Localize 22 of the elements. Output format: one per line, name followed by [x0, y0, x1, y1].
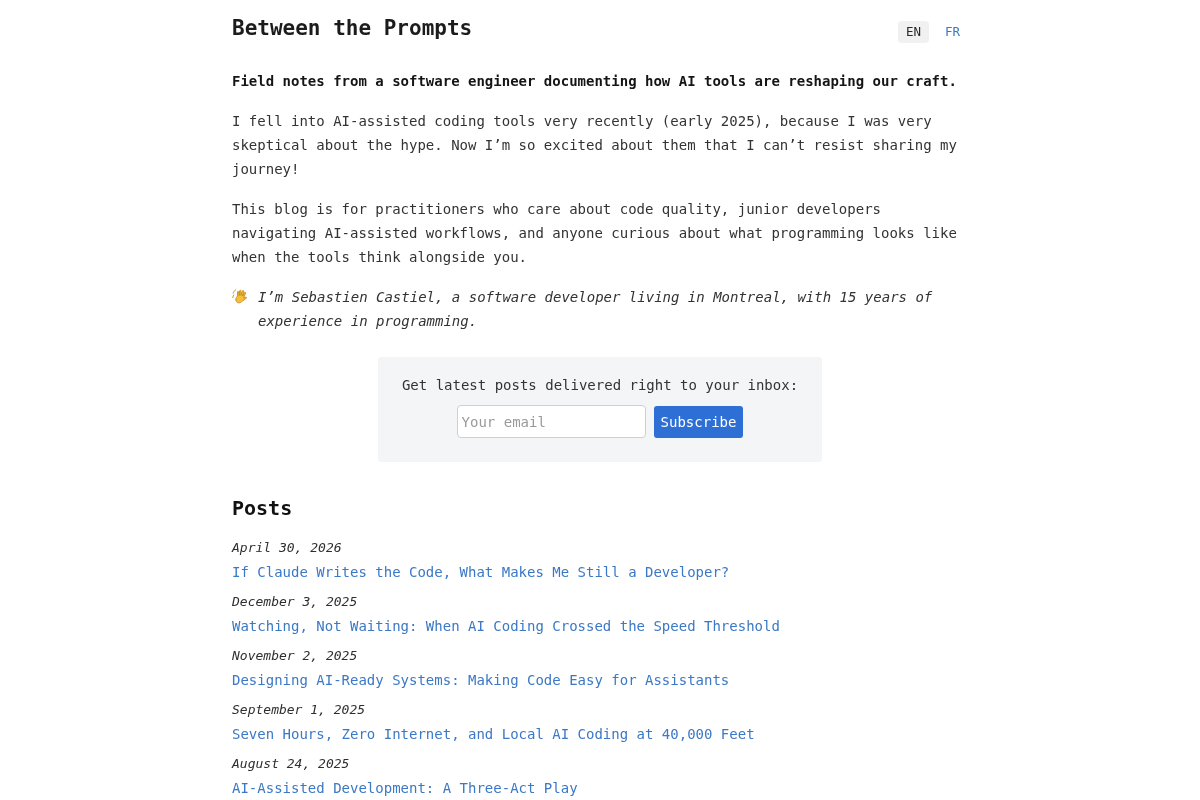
email-field[interactable]: Your email — [456, 405, 646, 438]
subscribe-prompt: Get latest posts delivered right to your inbox: — [401, 376, 799, 395]
post-title-link[interactable]: Seven Hours, Zero Internet, and Local AI Coding at 40,000 Feet — [232, 722, 755, 746]
intro-paragraph: I fell into AI-assisted coding tools very recently (early 2025), because I was very skeptical about the hype. Now I’m so excited about them that I can’t resist sharing my journey! — [232, 112, 958, 179]
tagline: Field notes from a software engineer documenting how AI tools are reshaping our craft. — [232, 72, 958, 91]
waving-hand-icon — [232, 288, 250, 306]
posts-heading: Posts — [232, 495, 294, 522]
post-title-link[interactable]: AI-Assisted Development: A Three-Act Play — [232, 776, 578, 800]
blog-title: Between the Prompts — [232, 15, 473, 42]
post-date: December 3, 2025 — [232, 593, 359, 611]
post-date: August 24, 2025 — [232, 755, 351, 773]
post-title-link[interactable]: Designing AI-Ready Systems: Making Code Easy for Assistants — [232, 668, 730, 692]
author-note: I’m Sebastien Castiel, a software developer living in Montreal, with 15 years of experience in programming. — [258, 288, 934, 331]
post-date: November 2, 2025 — [232, 647, 359, 665]
post-title-link[interactable]: Watching, Not Waiting: When AI Coding Crossed the Speed Threshold — [232, 614, 780, 638]
language-link[interactable]: FR — [936, 21, 968, 43]
post-title-link[interactable]: If Claude Writes the Code, What Makes Me Still a Developer? — [232, 560, 730, 584]
post-date: September 1, 2025 — [232, 701, 367, 719]
language-link[interactable]: EN — [897, 21, 929, 43]
subscribe-button[interactable]: Subscribe — [653, 406, 744, 438]
post-date: April 30, 2026 — [232, 539, 343, 557]
intro-paragraph: This blog is for practitioners who care about code quality, junior developers navigating AI-assisted workflows, and anyone curious about what programming looks like when the tools think alongside you. — [232, 200, 958, 267]
